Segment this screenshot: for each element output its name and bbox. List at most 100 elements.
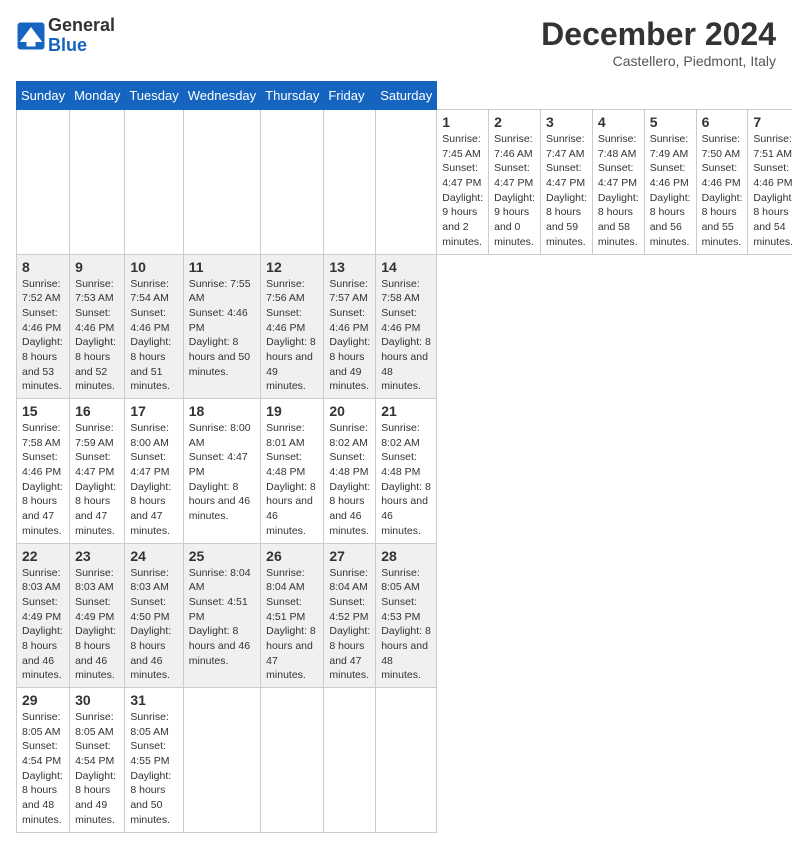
day-detail: Sunrise: 8:03 AMSunset: 4:50 PMDaylight:… <box>130 566 177 684</box>
day-detail: Sunrise: 8:04 AMSunset: 4:52 PMDaylight:… <box>329 566 370 684</box>
day-number: 26 <box>266 548 318 564</box>
day-number: 5 <box>650 114 691 130</box>
calendar-week-row: 22Sunrise: 8:03 AMSunset: 4:49 PMDayligh… <box>17 543 792 688</box>
day-detail: Sunrise: 8:05 AMSunset: 4:55 PMDaylight:… <box>130 710 177 828</box>
header-monday: Monday <box>70 82 125 110</box>
day-number: 27 <box>329 548 370 564</box>
calendar-cell <box>183 688 260 833</box>
day-number: 7 <box>753 114 792 130</box>
calendar-cell <box>324 688 376 833</box>
day-detail: Sunrise: 7:46 AMSunset: 4:47 PMDaylight:… <box>494 132 535 250</box>
calendar-cell: 19Sunrise: 8:01 AMSunset: 4:48 PMDayligh… <box>261 399 324 544</box>
day-detail: Sunrise: 7:52 AMSunset: 4:46 PMDaylight:… <box>22 277 64 395</box>
header-tuesday: Tuesday <box>125 82 183 110</box>
calendar-week-row: 1 Sunrise: 7:45 AMSunset: 4:47 PMDaylight… <box>17 110 792 255</box>
day-number: 23 <box>75 548 119 564</box>
day-detail: Sunrise: 7:54 AMSunset: 4:46 PMDaylight:… <box>130 277 177 395</box>
day-number: 17 <box>130 403 177 419</box>
calendar-cell: 25 Sunrise: 8:04 AMSunset: 4:51 PMDayligh… <box>183 543 260 688</box>
day-number: 11 <box>189 259 255 275</box>
calendar-cell: 30 Sunrise: 8:05 AMSunset: 4:54 PMDayligh… <box>70 688 125 833</box>
calendar-cell <box>376 110 437 255</box>
calendar-week-row: 8Sunrise: 7:52 AMSunset: 4:46 PMDaylight… <box>17 254 792 399</box>
day-detail: Sunrise: 8:04 AMSunset: 4:51 PMDaylight:… <box>189 566 255 669</box>
calendar-week-row: 15 Sunrise: 7:58 AMSunset: 4:46 PMDayligh… <box>17 399 792 544</box>
calendar-cell: 3Sunrise: 7:47 AMSunset: 4:47 PMDaylight… <box>540 110 592 255</box>
day-number: 4 <box>598 114 639 130</box>
calendar-cell: 4 Sunrise: 7:48 AMSunset: 4:47 PMDaylight… <box>592 110 644 255</box>
day-number: 25 <box>189 548 255 564</box>
calendar-cell <box>70 110 125 255</box>
day-detail: Sunrise: 8:02 AMSunset: 4:48 PMDaylight:… <box>381 421 431 539</box>
header-wednesday: Wednesday <box>183 82 260 110</box>
day-number: 9 <box>75 259 119 275</box>
day-number: 28 <box>381 548 431 564</box>
day-detail: Sunrise: 7:50 AMSunset: 4:46 PMDaylight:… <box>702 132 743 250</box>
month-title: December 2024 <box>541 16 776 53</box>
calendar-cell: 27 Sunrise: 8:04 AMSunset: 4:52 PMDayligh… <box>324 543 376 688</box>
day-detail: Sunrise: 8:05 AMSunset: 4:54 PMDaylight:… <box>75 710 119 828</box>
day-detail: Sunrise: 8:00 AMSunset: 4:47 PMDaylight:… <box>189 421 255 524</box>
day-number: 30 <box>75 692 119 708</box>
logo: General Blue <box>16 16 115 56</box>
calendar-cell: 29 Sunrise: 8:05 AMSunset: 4:54 PMDayligh… <box>17 688 70 833</box>
day-detail: Sunrise: 8:02 AMSunset: 4:48 PMDaylight:… <box>329 421 370 539</box>
day-number: 1 <box>442 114 483 130</box>
day-number: 15 <box>22 403 64 419</box>
day-detail: Sunrise: 8:01 AMSunset: 4:48 PMDaylight:… <box>266 421 318 539</box>
logo-blue: Blue <box>48 36 115 56</box>
day-detail: Sunrise: 8:00 AMSunset: 4:47 PMDaylight:… <box>130 421 177 539</box>
day-detail: Sunrise: 7:55 AMSunset: 4:46 PMDaylight:… <box>189 277 255 380</box>
logo-general: General <box>48 16 115 36</box>
day-detail: Sunrise: 7:48 AMSunset: 4:47 PMDaylight:… <box>598 132 639 250</box>
day-detail: Sunrise: 7:47 AMSunset: 4:47 PMDaylight:… <box>546 132 587 250</box>
calendar-cell <box>183 110 260 255</box>
calendar-cell: 28 Sunrise: 8:05 AMSunset: 4:53 PMDayligh… <box>376 543 437 688</box>
calendar-cell <box>261 110 324 255</box>
day-number: 6 <box>702 114 743 130</box>
day-detail: Sunrise: 7:51 AMSunset: 4:46 PMDaylight:… <box>753 132 792 250</box>
day-number: 10 <box>130 259 177 275</box>
calendar-cell: 16 Sunrise: 7:59 AMSunset: 4:47 PMDayligh… <box>70 399 125 544</box>
day-number: 29 <box>22 692 64 708</box>
day-detail: Sunrise: 8:05 AMSunset: 4:53 PMDaylight:… <box>381 566 431 684</box>
day-detail: Sunrise: 7:57 AMSunset: 4:46 PMDaylight:… <box>329 277 370 395</box>
calendar-table: SundayMondayTuesdayWednesdayThursdayFrid… <box>16 81 792 833</box>
day-number: 12 <box>266 259 318 275</box>
calendar-cell <box>125 110 183 255</box>
day-detail: Sunrise: 8:05 AMSunset: 4:54 PMDaylight:… <box>22 710 64 828</box>
calendar-cell: 10 Sunrise: 7:54 AMSunset: 4:46 PMDayligh… <box>125 254 183 399</box>
day-detail: Sunrise: 7:56 AMSunset: 4:46 PMDaylight:… <box>266 277 318 395</box>
day-detail: Sunrise: 7:59 AMSunset: 4:47 PMDaylight:… <box>75 421 119 539</box>
day-detail: Sunrise: 7:53 AMSunset: 4:46 PMDaylight:… <box>75 277 119 395</box>
day-number: 18 <box>189 403 255 419</box>
day-number: 16 <box>75 403 119 419</box>
calendar-cell: 11 Sunrise: 7:55 AMSunset: 4:46 PMDayligh… <box>183 254 260 399</box>
logo-icon <box>16 21 46 51</box>
calendar-cell: 8Sunrise: 7:52 AMSunset: 4:46 PMDaylight… <box>17 254 70 399</box>
day-detail: Sunrise: 7:58 AMSunset: 4:46 PMDaylight:… <box>22 421 64 539</box>
day-detail: Sunrise: 7:45 AMSunset: 4:47 PMDaylight:… <box>442 132 483 250</box>
day-detail: Sunrise: 8:03 AMSunset: 4:49 PMDaylight:… <box>22 566 64 684</box>
day-detail: Sunrise: 7:58 AMSunset: 4:46 PMDaylight:… <box>381 277 431 395</box>
day-detail: Sunrise: 7:49 AMSunset: 4:46 PMDaylight:… <box>650 132 691 250</box>
calendar-cell: 1 Sunrise: 7:45 AMSunset: 4:47 PMDaylight… <box>437 110 489 255</box>
calendar-cell <box>17 110 70 255</box>
day-number: 20 <box>329 403 370 419</box>
calendar-cell: 6 Sunrise: 7:50 AMSunset: 4:46 PMDaylight… <box>696 110 748 255</box>
calendar-cell: 14 Sunrise: 7:58 AMSunset: 4:46 PMDayligh… <box>376 254 437 399</box>
header-friday: Friday <box>324 82 376 110</box>
calendar-cell: 24 Sunrise: 8:03 AMSunset: 4:50 PMDayligh… <box>125 543 183 688</box>
calendar-header-row: SundayMondayTuesdayWednesdayThursdayFrid… <box>17 82 792 110</box>
header-thursday: Thursday <box>261 82 324 110</box>
calendar-cell: 7 Sunrise: 7:51 AMSunset: 4:46 PMDaylight… <box>748 110 792 255</box>
day-number: 31 <box>130 692 177 708</box>
calendar-cell: 22Sunrise: 8:03 AMSunset: 4:49 PMDayligh… <box>17 543 70 688</box>
calendar-cell <box>261 688 324 833</box>
day-number: 14 <box>381 259 431 275</box>
day-number: 2 <box>494 114 535 130</box>
day-number: 21 <box>381 403 431 419</box>
calendar-cell: 13Sunrise: 7:57 AMSunset: 4:46 PMDayligh… <box>324 254 376 399</box>
day-number: 24 <box>130 548 177 564</box>
calendar-cell: 5 Sunrise: 7:49 AMSunset: 4:46 PMDaylight… <box>644 110 696 255</box>
